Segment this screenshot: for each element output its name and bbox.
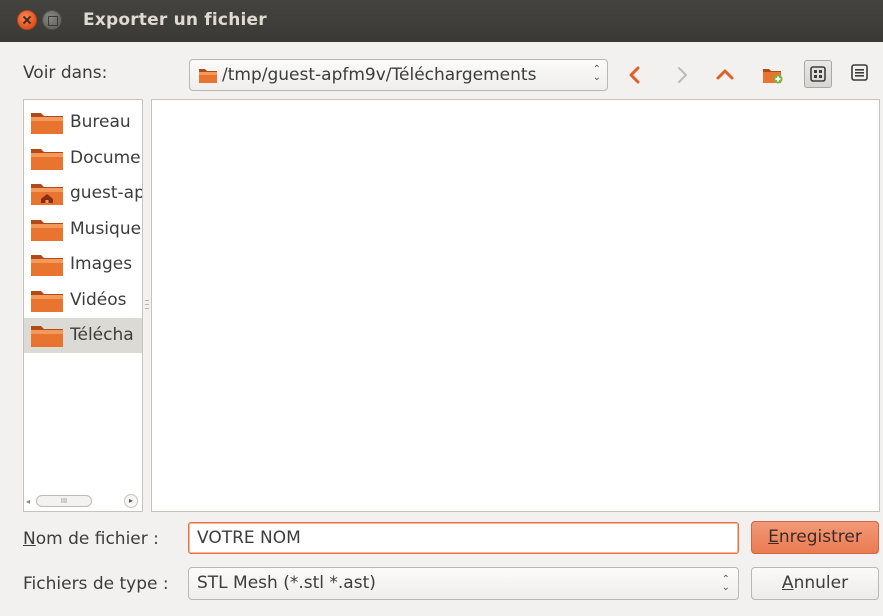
places-sidebar: Bureau Docume guest-ap Musique Images Vidéos T…: [23, 99, 143, 512]
minimize-icon[interactable]: [42, 10, 62, 30]
folder-icon: [30, 147, 64, 176]
path-dropdown[interactable]: /tmp/guest-apfm9v/Téléchargements ⌃ ⌄: [189, 59, 608, 91]
save-button[interactable]: Enregistrer: [751, 521, 879, 554]
new-folder-icon: [763, 69, 783, 84]
forward-button[interactable]: [667, 60, 697, 90]
sidebar-item[interactable]: Bureau: [24, 105, 142, 140]
folder-icon: [30, 253, 64, 282]
file-list-area[interactable]: [151, 99, 880, 512]
sidebar-item[interactable]: Télécha: [24, 318, 142, 353]
filetype-selected: STL Mesh (*.stl *.ast): [197, 573, 376, 593]
sidebar-item-label: Vidéos: [70, 289, 127, 310]
back-button[interactable]: [620, 60, 650, 90]
sidebar-item-label: Télécha: [70, 325, 134, 345]
export-dialog: Exporter un fichier Voir dans: /tmp/gues…: [0, 0, 883, 616]
sidebar-item-label: guest-ap: [70, 183, 142, 203]
icon-view-icon: [810, 66, 826, 82]
sidebar-item[interactable]: Musique: [24, 212, 142, 247]
sidebar-item-label: Bureau: [70, 112, 131, 132]
chevron-up-icon: [716, 69, 734, 80]
filetype-dropdown[interactable]: STL Mesh (*.stl *.ast) ⌃ ⌄: [188, 567, 739, 600]
sidebar-scrollbar[interactable]: ◂ III ▸: [26, 494, 140, 508]
new-folder-button[interactable]: [758, 60, 788, 90]
look-in-label: Voir dans:: [23, 63, 108, 83]
filename-label: Nom de fichier :: [23, 529, 159, 549]
sidebar-item[interactable]: Docume: [24, 141, 142, 176]
path-text: /tmp/guest-apfm9v/Téléchargements: [222, 65, 537, 85]
icon-view-button[interactable]: [804, 60, 832, 88]
sidebar-item-label: Docume: [70, 147, 141, 168]
folder-icon: [30, 111, 64, 140]
sidebar-item-label: Musique: [70, 218, 142, 239]
spin-arrows-icon: ⌃ ⌄: [721, 574, 730, 593]
home-folder-icon: [30, 182, 64, 211]
up-button[interactable]: [710, 60, 740, 90]
sidebar-item[interactable]: Images: [24, 247, 142, 282]
filetype-label: Fichiers de type :: [23, 574, 169, 594]
folder-icon: [30, 289, 64, 318]
close-icon[interactable]: [17, 10, 37, 30]
window-title: Exporter un fichier: [83, 10, 267, 30]
chevron-right-icon: [678, 67, 687, 83]
detail-view-button[interactable]: [847, 60, 875, 88]
filename-input[interactable]: [188, 522, 739, 554]
sidebar-item[interactable]: guest-ap: [24, 176, 142, 211]
scroll-thumb[interactable]: III: [36, 495, 92, 507]
folder-icon: [30, 324, 64, 353]
cancel-button[interactable]: Annuler: [751, 567, 879, 600]
folder-icon: [30, 218, 64, 247]
detail-view-icon: [851, 64, 868, 81]
scroll-right-icon[interactable]: ▸: [124, 494, 138, 508]
sidebar-item-label: Images: [70, 254, 133, 274]
sidebar-item[interactable]: Vidéos: [24, 283, 142, 318]
folder-icon: [198, 67, 218, 89]
spin-arrows-icon: ⌃ ⌄: [592, 64, 601, 83]
title-bar: Exporter un fichier: [0, 0, 883, 42]
chevron-left-icon: [629, 66, 640, 84]
scroll-left-icon[interactable]: ◂: [26, 497, 30, 506]
pane-splitter[interactable]: [145, 300, 149, 314]
